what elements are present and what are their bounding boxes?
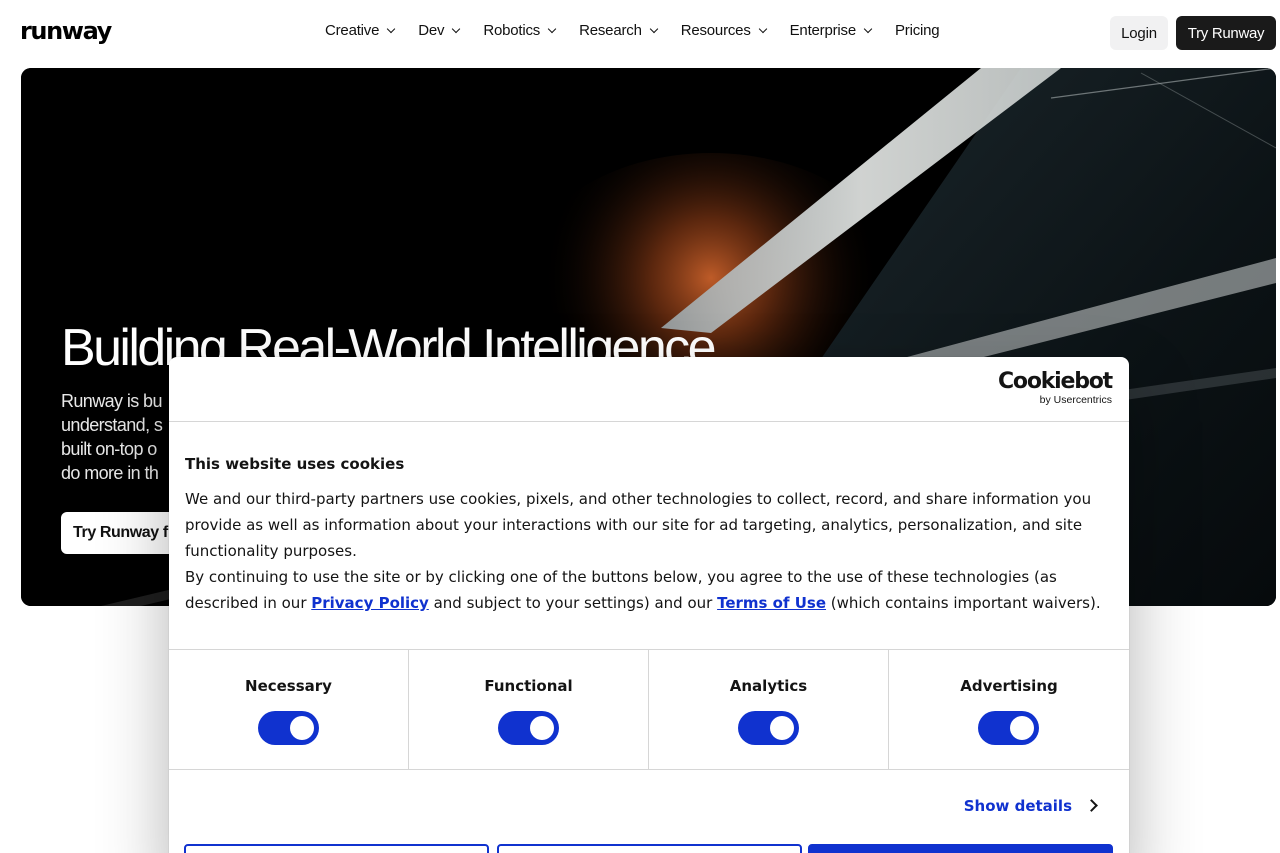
- nav-item-label: Enterprise: [789, 22, 857, 39]
- try-runway-button[interactable]: Try Runway: [1176, 16, 1276, 50]
- advertising-toggle[interactable]: [978, 711, 1039, 745]
- toggle-knob: [530, 716, 554, 740]
- cookie-action-button[interactable]: [184, 844, 489, 853]
- chevron-down-icon: [387, 24, 396, 34]
- terms-of-use-link[interactable]: Terms of Use: [717, 594, 826, 612]
- nav-item-label: Creative: [325, 22, 380, 39]
- login-button[interactable]: Login: [1110, 16, 1168, 50]
- nav-item-dev[interactable]: Dev: [418, 22, 461, 39]
- category-label: Functional: [484, 677, 573, 695]
- category-analytics: Analytics: [649, 650, 889, 769]
- nav-item-label: Research: [579, 22, 642, 39]
- chevron-down-icon: [649, 24, 658, 34]
- dialog-header: Cookiebot by Usercentrics: [169, 357, 1129, 422]
- nav-item-label: Robotics: [483, 22, 541, 39]
- nav-item-research[interactable]: Research: [579, 22, 658, 39]
- cookiebot-wordmark: Cookiebot: [997, 369, 1113, 394]
- dialog-body: This website uses cookies We and our thi…: [185, 455, 1115, 616]
- cookie-primary-button[interactable]: [808, 844, 1113, 853]
- main-menu: Creative Dev Robotics Research Resources…: [325, 22, 963, 39]
- hero-subtitle-line: built on-top o: [61, 439, 157, 459]
- chevron-right-icon: [1085, 799, 1098, 812]
- chevron-down-icon: [863, 24, 873, 34]
- cookiebot-logo[interactable]: Cookiebot by Usercentrics: [997, 369, 1113, 407]
- toggle-knob: [770, 716, 794, 740]
- nav-item-resources[interactable]: Resources: [680, 22, 767, 39]
- hero-subtitle-line: understand, s: [61, 415, 163, 435]
- toggle-knob: [290, 716, 314, 740]
- category-functional: Functional: [409, 650, 649, 769]
- category-label: Analytics: [729, 677, 808, 695]
- toggle-knob: [1010, 716, 1034, 740]
- chevron-down-icon: [452, 24, 461, 34]
- dialog-paragraph: By continuing to use the site or by clic…: [185, 564, 1115, 616]
- nav-item-creative[interactable]: Creative: [325, 22, 396, 39]
- category-necessary: Necessary: [169, 650, 409, 769]
- cookie-action-button[interactable]: [497, 844, 802, 853]
- cookiebot-byline: by Usercentrics: [1039, 394, 1112, 406]
- privacy-policy-link[interactable]: Privacy Policy: [311, 594, 429, 612]
- cookie-consent-dialog: Cookiebot by Usercentrics This website u…: [169, 357, 1129, 853]
- hero-subtitle-line: do more in th: [61, 463, 159, 483]
- cookie-categories: Necessary Functional Analytics Advertisi…: [169, 649, 1129, 770]
- chevron-down-icon: [758, 24, 767, 34]
- nav-item-robotics[interactable]: Robotics: [483, 22, 557, 39]
- nav-item-label: Pricing: [895, 22, 940, 39]
- nav-item-label: Dev: [418, 22, 445, 39]
- hero-subtitle: Runway is bu understand, s built on-top …: [61, 389, 181, 485]
- nav-item-label: Resources: [680, 22, 751, 39]
- nav-item-enterprise[interactable]: Enterprise: [789, 22, 873, 39]
- dialog-text: and subject to your settings) and our: [428, 594, 718, 612]
- nav-item-pricing[interactable]: Pricing: [895, 22, 940, 39]
- dialog-title: This website uses cookies: [185, 455, 405, 473]
- show-details-link[interactable]: Show details: [964, 797, 1072, 815]
- hero-subtitle-line: Runway is bu: [61, 391, 162, 411]
- necessary-toggle[interactable]: [258, 711, 319, 745]
- top-navigation: runway Creative Dev Robotics Research Re…: [0, 0, 1280, 66]
- category-label: Advertising: [960, 677, 1058, 695]
- analytics-toggle[interactable]: [738, 711, 799, 745]
- dialog-text: (which contains important waivers).: [826, 594, 1101, 612]
- functional-toggle[interactable]: [498, 711, 559, 745]
- runway-logo[interactable]: runway: [20, 17, 112, 45]
- category-label: Necessary: [245, 677, 332, 695]
- chevron-down-icon: [547, 24, 557, 34]
- category-advertising: Advertising: [889, 650, 1129, 769]
- dialog-paragraph: We and our third-party partners use cook…: [185, 490, 1092, 560]
